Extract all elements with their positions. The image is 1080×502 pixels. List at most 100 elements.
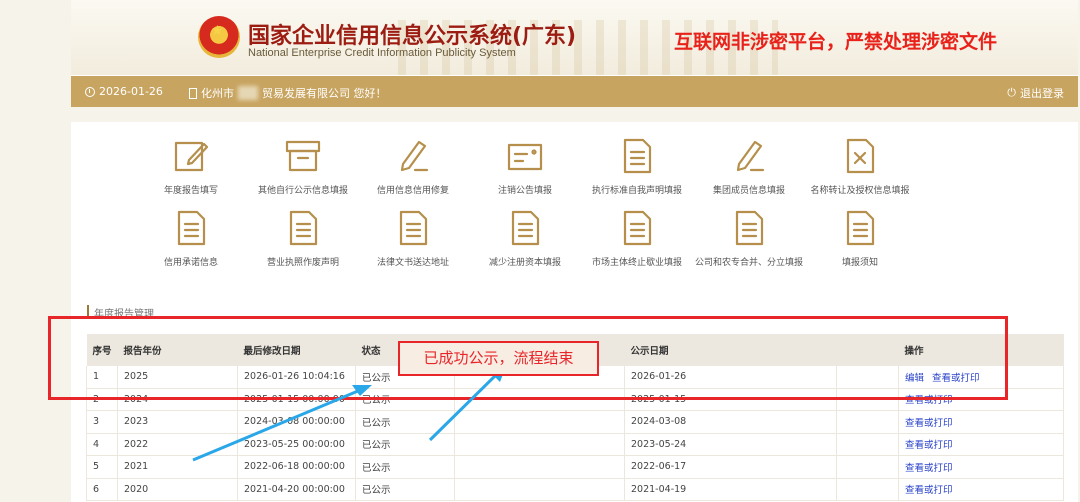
cell-status: 已公示: [355, 410, 455, 434]
power-icon: ⏻: [1007, 86, 1016, 99]
spacer: [71, 107, 1078, 122]
archive-box-icon: [283, 136, 323, 176]
tile-name-transfer[interactable]: 名称转让及授权信息填报: [805, 136, 915, 196]
cell-year: 2020: [117, 478, 238, 501]
cell-empty: [836, 455, 899, 479]
table-row: 6 2020 2021-04-20 00:00:00 已公示 2021-04-1…: [86, 478, 1064, 501]
tile-label: 其他自行公示信息填报: [257, 186, 348, 196]
view-print-link[interactable]: 查看或打印: [905, 418, 953, 429]
cell-modified: 2023-05-25 00:00:00: [237, 433, 356, 456]
company-icon: [189, 87, 197, 99]
company-prefix: 化州市: [201, 87, 234, 100]
card-icon: [505, 136, 545, 176]
tile-standard-declaration[interactable]: 执行标准自我声明填报: [582, 136, 692, 196]
document-icon: [617, 208, 657, 248]
tile-credit-repair[interactable]: 信用信息信用修复: [358, 136, 468, 196]
document-icon: [840, 208, 880, 248]
company-suffix: 贸易发展有限公司 您好！: [262, 87, 387, 100]
document-icon: [617, 136, 657, 176]
tile-label: 填报须知: [841, 258, 878, 268]
cell-empty: [454, 410, 625, 434]
tile-merger-split[interactable]: 公司和农专合并、分立填报: [694, 208, 804, 268]
warning-text: 互联网非涉密平台，严禁处理涉密文件: [674, 31, 998, 53]
tile-label: 信用承诺信息: [163, 258, 218, 268]
cell-actions: 查看或打印: [898, 433, 1064, 456]
tile-label: 注销公告填报: [497, 186, 552, 196]
tile-label: 集团成员信息填报: [712, 186, 785, 196]
clock-icon: [85, 86, 95, 97]
tile-label: 公司和农专合并、分立填报: [694, 258, 803, 268]
cell-actions: 查看或打印: [898, 455, 1064, 479]
cell-no: 6: [86, 478, 118, 501]
cell-actions: 查看或打印: [898, 478, 1064, 501]
site-title: 国家企业信用信息公示系统(广东): [248, 24, 577, 49]
document-icon: [505, 208, 545, 248]
cell-empty: [454, 455, 625, 479]
tile-label: 执行标准自我声明填报: [591, 186, 682, 196]
tile-label: 减少注册资本填报: [488, 258, 561, 268]
cell-no: 3: [86, 410, 118, 434]
tile-label: 法律文书送达地址: [376, 258, 449, 268]
cell-modified: 2022-06-18 00:00:00: [237, 455, 356, 479]
tile-label: 年度报告填写: [163, 186, 218, 196]
cell-no: 5: [86, 455, 118, 479]
tile-label: 名称转让及授权信息填报: [810, 186, 910, 196]
document-icon: [283, 208, 323, 248]
cell-status: 已公示: [355, 478, 455, 501]
national-emblem-icon: [198, 16, 240, 58]
user-bar: 2026-01-26 化州市 贸易发展有限公司 您好！ ⏻ 退出登录: [71, 76, 1078, 107]
tile-label: 信用信息信用修复: [376, 186, 449, 196]
cell-empty: [836, 478, 899, 501]
logout-button[interactable]: ⏻ 退出登录: [1007, 85, 1064, 101]
date-text: 2026-01-26: [99, 85, 163, 98]
cell-published: 2022-06-17: [624, 455, 837, 479]
tile-cancellation[interactable]: 注销公告填报: [470, 136, 580, 196]
document-icon: [171, 208, 211, 248]
table-row: 4 2022 2023-05-25 00:00:00 已公示 2023-05-2…: [86, 433, 1064, 456]
view-print-link[interactable]: 查看或打印: [905, 463, 953, 474]
cell-empty: [836, 433, 899, 456]
cell-actions: 查看或打印: [898, 410, 1064, 434]
cell-status: 已公示: [355, 433, 455, 456]
document-icon: [393, 208, 433, 248]
cell-modified: 2024-03-08 00:00:00: [237, 410, 356, 434]
tile-label: 市场主体终止歇业填报: [591, 258, 682, 268]
view-print-link[interactable]: 查看或打印: [905, 485, 953, 496]
tile-business-suspension[interactable]: 市场主体终止歇业填报: [582, 208, 692, 268]
cell-no: 4: [86, 433, 118, 456]
cell-published: 2024-03-08: [624, 410, 837, 434]
logout-label: 退出登录: [1020, 87, 1064, 100]
table-row: 5 2021 2022-06-18 00:00:00 已公示 2022-06-1…: [86, 455, 1064, 479]
pen-icon: [729, 136, 769, 176]
cell-year: 2022: [117, 433, 238, 456]
tile-credit-commitment[interactable]: 信用承诺信息: [136, 208, 246, 268]
document-icon: [729, 208, 769, 248]
cell-status: 已公示: [355, 455, 455, 479]
tile-label: 营业执照作废声明: [266, 258, 339, 268]
tile-license-void[interactable]: 营业执照作废声明: [248, 208, 358, 268]
tile-other-disclosure[interactable]: 其他自行公示信息填报: [248, 136, 358, 196]
cell-empty: [454, 478, 625, 501]
redacted-name: [238, 86, 258, 100]
cell-empty: [836, 410, 899, 434]
company-greeting: 化州市 贸易发展有限公司 您好！: [189, 85, 387, 101]
tile-legal-address[interactable]: 法律文书送达地址: [358, 208, 468, 268]
view-print-link[interactable]: 查看或打印: [905, 440, 953, 451]
table-row: 3 2023 2024-03-08 00:00:00 已公示 2024-03-0…: [86, 410, 1064, 434]
cell-published: 2023-05-24: [624, 433, 837, 456]
annotation-callout: 已成功公示，流程结束: [398, 341, 599, 376]
tile-capital-reduction[interactable]: 减少注册资本填报: [470, 208, 580, 268]
cell-modified: 2021-04-20 00:00:00: [237, 478, 356, 501]
cell-empty: [454, 433, 625, 456]
document-x-icon: [840, 136, 880, 176]
tile-group-members[interactable]: 集团成员信息填报: [694, 136, 804, 196]
cell-year: 2021: [117, 455, 238, 479]
edit-icon: [171, 136, 211, 176]
pen-icon: [393, 136, 433, 176]
cell-year: 2023: [117, 410, 238, 434]
tile-filing-notice[interactable]: 填报须知: [805, 208, 915, 268]
tile-annual-report[interactable]: 年度报告填写: [136, 136, 246, 196]
site-subtitle: National Enterprise Credit Information P…: [248, 47, 516, 59]
date-display: 2026-01-26: [85, 85, 163, 98]
cell-published: 2021-04-19: [624, 478, 837, 501]
